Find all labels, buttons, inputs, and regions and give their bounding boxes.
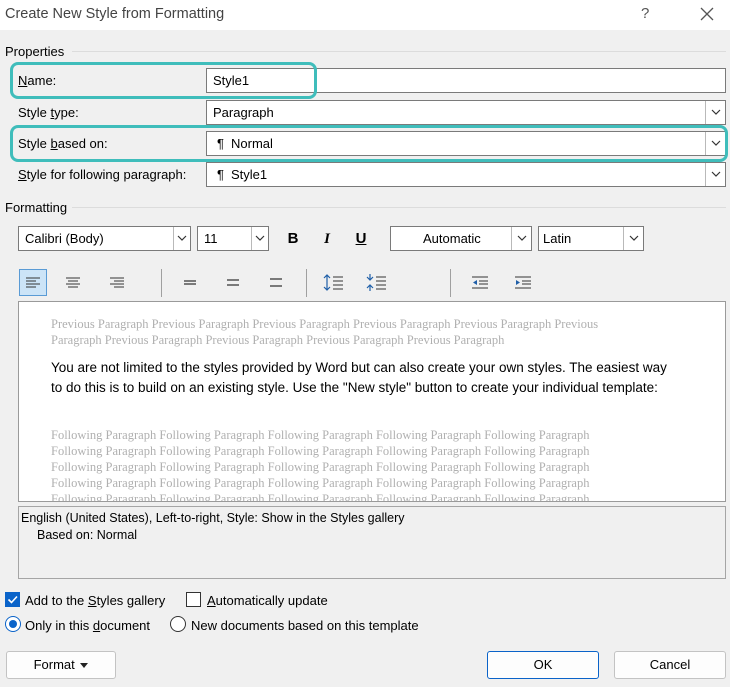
chevron-down-icon: [511, 227, 531, 250]
align-left-button[interactable]: [19, 269, 47, 296]
checkmark-icon: [7, 595, 18, 604]
properties-divider: [72, 51, 726, 52]
style-based-on-highlight: [10, 125, 728, 162]
following-paragraph-label: Style for following paragraph:: [18, 167, 187, 182]
underline-button[interactable]: U: [350, 227, 372, 251]
font-size-value: 11: [204, 231, 218, 246]
style-type-dropdown[interactable]: Paragraph: [206, 100, 726, 125]
italic-button[interactable]: I: [316, 227, 338, 251]
auto-update-checkbox[interactable]: [186, 592, 201, 607]
ok-button[interactable]: OK: [487, 651, 599, 679]
chevron-down-icon: [173, 227, 190, 250]
help-button[interactable]: ?: [641, 5, 649, 22]
align-right-button[interactable]: [104, 270, 130, 295]
formatting-divider: [72, 207, 726, 208]
increase-indent-button[interactable]: [510, 270, 536, 295]
decrease-spacing-icon: [366, 274, 386, 291]
single-spacing-icon: [184, 280, 196, 285]
description-line: Based on: Normal: [37, 528, 138, 542]
preview-following-line: Following Paragraph Following Paragraph …: [51, 460, 590, 474]
name-highlight: [10, 62, 317, 99]
description-line: English (United States), Left-to-right, …: [21, 511, 405, 525]
toolbar-separator: [306, 269, 307, 297]
double-spacing-icon: [270, 278, 282, 287]
preview-following-line: Following Paragraph Following Paragraph …: [51, 444, 590, 458]
increase-spacing-icon: [323, 274, 343, 291]
decrease-paragraph-spacing-button[interactable]: [364, 270, 390, 295]
style-description: English (United States), Left-to-right, …: [18, 506, 726, 579]
style-type-value: Paragraph: [213, 105, 274, 120]
toolbar-separator: [450, 269, 451, 297]
new-documents-label: New documents based on this template: [191, 618, 419, 633]
one-half-spacing-icon: [227, 279, 239, 286]
preview-previous-line: Paragraph Previous Paragraph Previous Pa…: [51, 333, 505, 347]
script-dropdown[interactable]: Latin: [538, 226, 644, 251]
toolbar-separator: [161, 269, 162, 297]
pilcrow-icon: ¶: [217, 167, 224, 182]
following-paragraph-value: Style1: [231, 167, 268, 182]
preview-main-text: You are not limited to the styles provid…: [51, 360, 667, 395]
increase-paragraph-spacing-button[interactable]: [321, 270, 347, 295]
dialog-title: Create New Style from Formatting: [5, 6, 225, 22]
preview-following-line: Following Paragraph Following Paragraph …: [51, 428, 590, 442]
caret-down-icon: [80, 662, 89, 668]
font-color-value: Automatic: [423, 231, 481, 246]
preview-previous-line: Previous Paragraph Previous Paragraph Pr…: [51, 317, 599, 331]
only-this-document-radio[interactable]: [5, 616, 21, 632]
new-documents-radio[interactable]: [170, 616, 186, 632]
align-right-icon: [110, 277, 124, 288]
style-preview: Previous Paragraph Previous Paragraph Pr…: [18, 301, 726, 502]
style-type-label: Style type:: [18, 105, 79, 120]
script-value: Latin: [543, 231, 572, 246]
only-this-document-label: Only in this document: [25, 618, 151, 633]
increase-indent-icon: [515, 276, 531, 289]
font-dropdown[interactable]: Calibri (Body): [18, 226, 191, 251]
format-button[interactable]: Format: [6, 651, 116, 679]
following-paragraph-dropdown[interactable]: ¶ Style1: [206, 162, 726, 187]
font-size-dropdown[interactable]: 11: [197, 226, 269, 251]
decrease-indent-icon: [472, 276, 488, 289]
preview-following-line: Following Paragraph Following Paragraph …: [51, 476, 590, 490]
chevron-down-icon: [623, 227, 643, 250]
close-icon[interactable]: [698, 3, 716, 25]
add-to-gallery-label: Add to the Styles gallery: [25, 593, 166, 608]
chevron-down-icon: [705, 101, 725, 124]
align-left-icon: [26, 277, 40, 288]
preview-following-line: Following Paragraph Following Paragraph …: [51, 492, 590, 502]
chevron-down-icon: [251, 227, 268, 250]
properties-group-label: Properties: [5, 44, 65, 59]
formatting-group-label: Formatting: [5, 200, 68, 215]
align-center-button[interactable]: [60, 270, 86, 295]
cancel-button[interactable]: Cancel: [614, 651, 726, 679]
add-to-gallery-checkbox[interactable]: [5, 592, 20, 607]
align-center-icon: [66, 277, 80, 288]
decrease-indent-button[interactable]: [467, 270, 493, 295]
format-button-label: Format: [33, 657, 75, 672]
double-spacing-button[interactable]: [263, 270, 289, 295]
one-half-spacing-button[interactable]: [220, 270, 246, 295]
bold-button[interactable]: B: [282, 227, 304, 251]
font-color-dropdown[interactable]: Automatic: [390, 226, 532, 251]
chevron-down-icon: [705, 163, 725, 186]
auto-update-label: Automatically update: [207, 593, 328, 608]
font-value: Calibri (Body): [25, 231, 104, 246]
single-spacing-button[interactable]: [177, 270, 203, 295]
